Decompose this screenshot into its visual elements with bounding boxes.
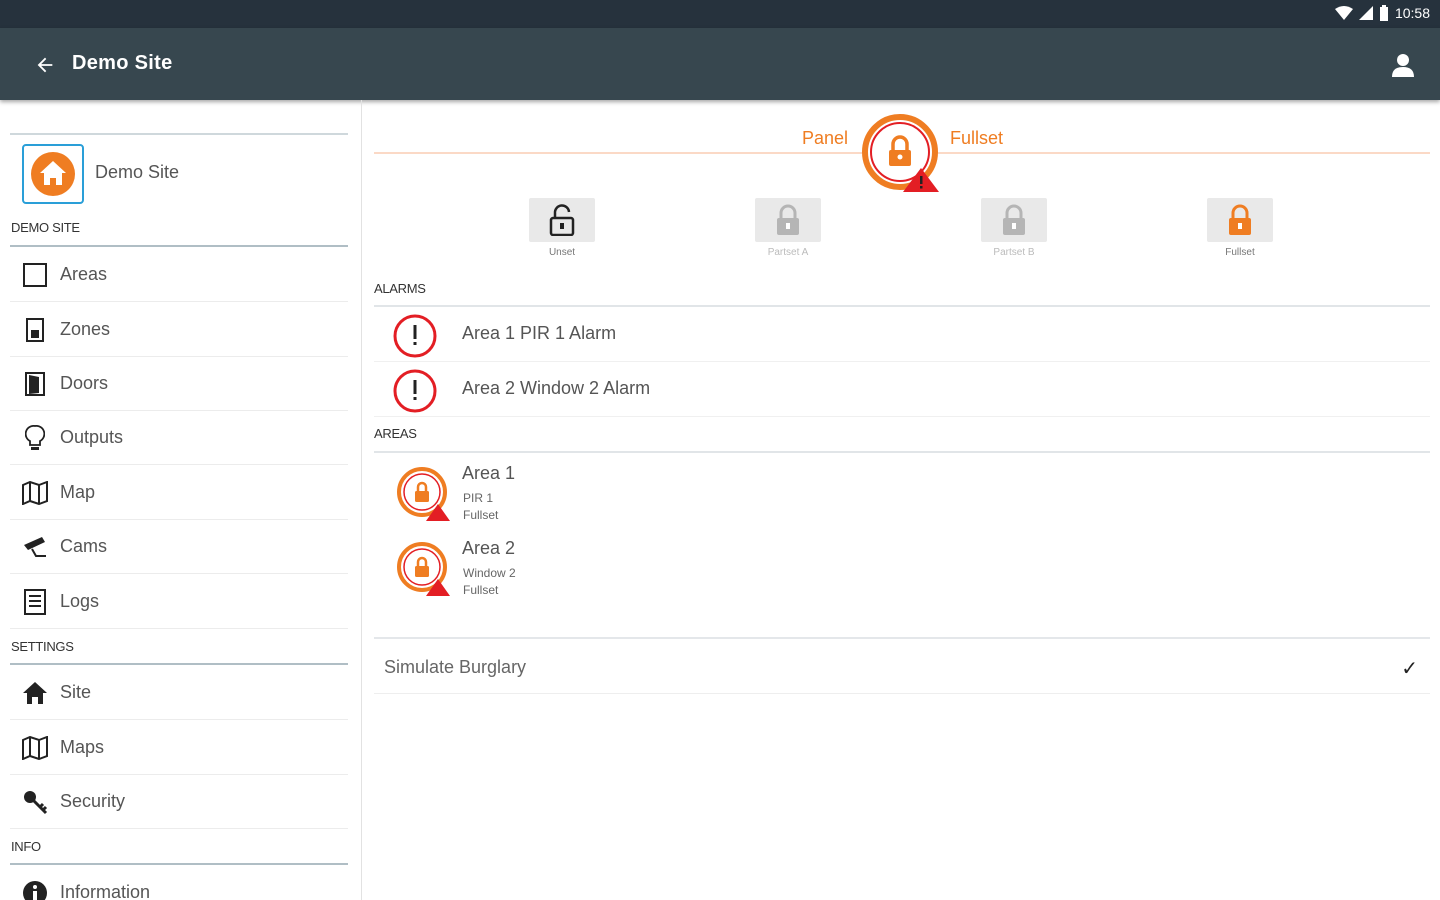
alarms-header: ALARMS <box>374 281 426 296</box>
sidebar-item-label: Logs <box>60 591 100 611</box>
area-name: Area 1 <box>462 463 516 483</box>
status-bar: 10:58 <box>0 0 1440 28</box>
map-icon <box>22 480 48 505</box>
divider <box>10 663 348 665</box>
partset-a-button <box>755 198 821 242</box>
lock-icon <box>1003 204 1025 235</box>
back-button[interactable] <box>30 50 60 80</box>
app-bar: Demo Site <box>0 28 1440 100</box>
unset-label: Unset <box>548 247 576 258</box>
alert-circle-icon <box>393 369 437 413</box>
home-circle-icon <box>31 152 75 196</box>
sidebar-item-map[interactable]: Map <box>10 466 348 520</box>
account-icon <box>1392 54 1414 77</box>
check-icon[interactable]: ✓ <box>1401 656 1418 681</box>
lightbulb-icon <box>25 424 45 450</box>
divider <box>10 863 348 865</box>
sidebar-item-label: Doors <box>60 373 109 393</box>
divider <box>374 451 1430 453</box>
section-header-demo-site: DEMO SITE <box>11 220 80 235</box>
section-header-settings: SETTINGS <box>11 639 74 654</box>
status-time: 10:58 <box>1394 5 1430 21</box>
areas-header: AREAS <box>374 426 417 441</box>
area-item[interactable]: Area 1 PIR 1 Fullset <box>374 460 1430 535</box>
sidebar-item-label: Outputs <box>60 427 124 447</box>
divider <box>374 637 1430 639</box>
sidebar-item-outputs[interactable]: Outputs <box>10 411 348 465</box>
status-icons: 10:58 <box>1334 5 1430 21</box>
unset-button[interactable] <box>529 198 595 242</box>
sidebar-item-label: Site <box>60 682 92 702</box>
sidebar-item-maps[interactable]: Maps <box>10 721 348 775</box>
key-icon <box>24 790 48 814</box>
divider <box>10 133 348 135</box>
lock-alarm-icon <box>397 467 450 521</box>
area-state: Fullset <box>463 583 499 597</box>
area-zone: Window 2 <box>463 566 516 580</box>
list-icon <box>24 588 46 615</box>
sidebar-item-doors[interactable]: Doors <box>10 357 348 411</box>
simulate-burglary-label: Simulate Burglary <box>384 657 527 677</box>
lock-open-icon <box>549 204 575 236</box>
alarm-item[interactable]: Area 2 Window 2 Alarm <box>374 363 1430 417</box>
map-icon <box>22 735 48 760</box>
lock-icon <box>1229 204 1251 235</box>
area-name: Area 2 <box>462 538 516 558</box>
fullset-label: Fullset <box>1225 247 1255 258</box>
main-content: Panel Fullset Unset Partset A Partset B … <box>374 100 1430 900</box>
sidebar-item-zones[interactable]: Zones <box>10 303 348 357</box>
lock-alarm-icon <box>397 542 450 596</box>
lock-alarm-icon <box>862 114 939 192</box>
site-name: Demo Site <box>95 162 180 182</box>
alarm-label: Area 2 Window 2 Alarm <box>462 378 651 398</box>
sidebar-item-logs[interactable]: Logs <box>10 575 348 629</box>
section-header-info: INFO <box>11 839 41 854</box>
sidebar-item-label: Cams <box>60 536 108 556</box>
site-avatar[interactable] <box>22 144 84 204</box>
sidebar-item-label: Map <box>60 482 96 502</box>
battery-icon <box>1379 5 1388 21</box>
sidebar: Demo Site DEMO SITE Areas Zones Doors Ou… <box>0 100 362 900</box>
info-icon <box>23 880 47 900</box>
wifi-icon <box>1334 6 1353 20</box>
sidebar-item-label: Information <box>60 882 151 900</box>
square-outline-icon <box>23 262 47 287</box>
partset-a-label: Partset A <box>767 247 809 258</box>
sidebar-item-areas[interactable]: Areas <box>10 248 348 302</box>
sidebar-item-label: Security <box>60 791 126 811</box>
alert-circle-icon <box>393 314 437 358</box>
sidebar-item-label: Maps <box>60 737 105 757</box>
panel-status-icon[interactable] <box>860 112 942 194</box>
signal-icon <box>1358 6 1373 20</box>
account-button[interactable] <box>1388 50 1418 80</box>
cctv-icon <box>24 536 46 557</box>
sensor-icon <box>26 317 44 342</box>
alarm-label: Area 1 PIR 1 Alarm <box>462 323 617 343</box>
sidebar-item-label: Zones <box>60 319 111 339</box>
home-icon <box>23 681 47 704</box>
divider <box>374 305 1430 307</box>
page-title: Demo Site <box>72 52 173 74</box>
partset-b-button <box>981 198 1047 242</box>
lock-icon <box>777 204 799 235</box>
simulate-burglary-row[interactable]: Simulate Burglary ✓ <box>374 640 1430 694</box>
sidebar-item-label: Areas <box>60 264 108 284</box>
alarm-item[interactable]: Area 1 PIR 1 Alarm <box>374 308 1430 362</box>
sidebar-item-site[interactable]: Site <box>10 666 348 720</box>
sidebar-item-information[interactable]: Information <box>10 866 348 900</box>
fullset-button[interactable] <box>1207 198 1273 242</box>
door-icon <box>25 371 45 396</box>
arrow-back-icon <box>37 57 53 73</box>
area-zone: PIR 1 <box>463 491 494 505</box>
area-state: Fullset <box>463 508 499 522</box>
divider <box>10 245 348 247</box>
area-item[interactable]: Area 2 Window 2 Fullset <box>374 535 1430 610</box>
sidebar-item-security[interactable]: Security <box>10 775 348 829</box>
panel-label: Panel <box>802 128 849 148</box>
sidebar-item-cams[interactable]: Cams <box>10 520 348 574</box>
panel-state: Fullset <box>950 128 1004 148</box>
partset-b-label: Partset B <box>993 247 1035 258</box>
